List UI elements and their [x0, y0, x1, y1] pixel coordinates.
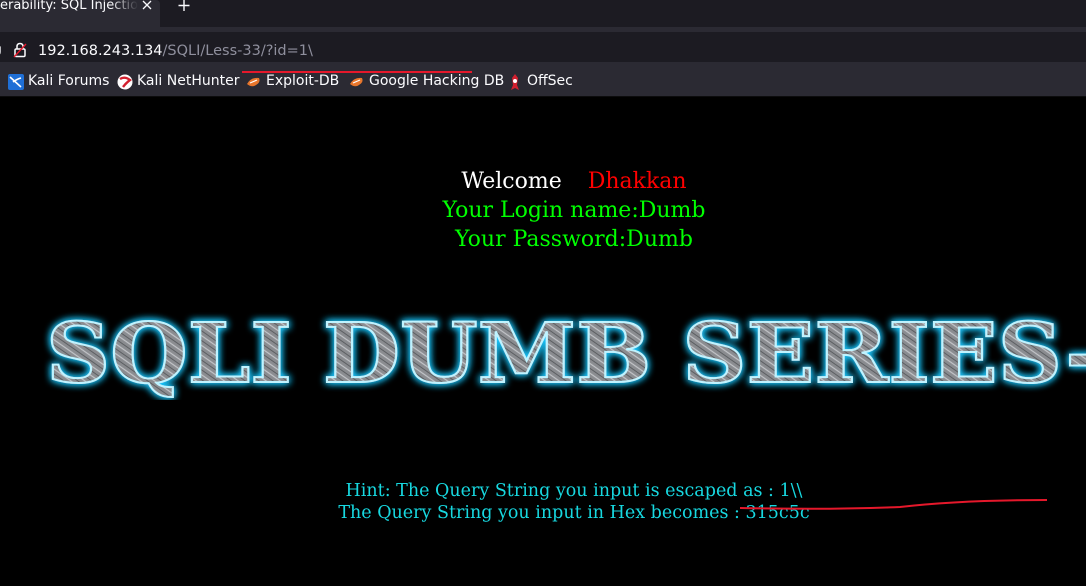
bookmark-google-hacking-db[interactable]: Google Hacking DB — [349, 73, 504, 90]
bookmarks-toolbar: Kali Forums Kali NetHunter Exploit-DB Go… — [0, 67, 1086, 97]
login-name-line: Your Login name:Dumb — [442, 198, 706, 223]
url-path: /SQLI/Less-33/?id=1\ — [162, 43, 313, 59]
bookmark-label: OffSec — [527, 73, 573, 89]
active-tab[interactable]: erability: SQL Injection — [0, 0, 160, 27]
password-line: Your Password:Dumb — [455, 227, 693, 252]
kali-nethunter-icon — [117, 74, 133, 90]
series-banner: SQLI DUMB SERIES-33 — [40, 308, 1086, 400]
plus-icon[interactable] — [176, 0, 192, 14]
exploit-db-icon — [350, 77, 363, 87]
tab-title: erability: SQL Injection — [0, 0, 138, 13]
red-underline-annotation — [242, 71, 472, 73]
bookmark-label: Google Hacking DB — [369, 73, 505, 89]
url-host: 192.168.243.134 — [38, 43, 163, 59]
bookmark-label: Kali Forums — [28, 73, 110, 89]
hint-hex-line: The Query String you input in Hex become… — [338, 503, 810, 523]
url-text[interactable]: 192.168.243.134/SQLI/Less-33/?id=1\ — [38, 42, 313, 60]
welcome-line: Welcome Dhakkan — [0, 168, 1086, 196]
bookmark-label: Exploit-DB — [266, 73, 340, 89]
bookmark-offsec[interactable]: OffSec — [507, 73, 577, 90]
welcome-text: Welcome — [461, 169, 562, 194]
bookmark-exploit-db[interactable]: Exploit-DB — [246, 73, 341, 90]
navigation-bar: 192.168.243.134/SQLI/Less-33/?id=1\ — [0, 27, 1086, 67]
close-icon[interactable] — [141, 0, 153, 12]
kali-forums-icon — [8, 74, 24, 90]
offsec-icon — [511, 74, 519, 90]
bookmark-kali-forums[interactable]: Kali Forums — [8, 73, 110, 90]
bookmark-kali-nethunter[interactable]: Kali NetHunter — [117, 73, 240, 90]
exploit-db-icon — [247, 77, 260, 87]
url-bar[interactable]: 192.168.243.134/SQLI/Less-33/?id=1\ — [0, 32, 1086, 62]
hint-escaped-line: Hint: The Query String you input is esca… — [345, 481, 803, 501]
user-name: Dhakkan — [587, 169, 687, 194]
lock-icon[interactable] — [13, 42, 27, 58]
tab-strip: erability: SQL Injection — [0, 0, 1086, 27]
shield-icon[interactable] — [0, 44, 2, 58]
bookmark-label: Kali NetHunter — [137, 73, 240, 89]
banner-title: SQLI DUMB SERIES-33 — [46, 308, 1086, 400]
